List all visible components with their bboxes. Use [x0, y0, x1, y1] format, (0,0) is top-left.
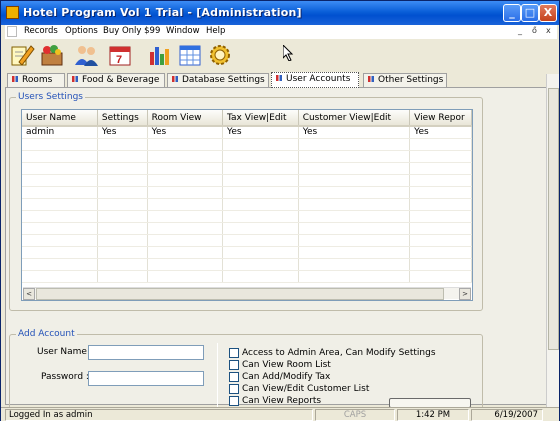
- menu-records[interactable]: Records: [24, 26, 58, 36]
- empty-row: [22, 210, 472, 223]
- close-button[interactable]: X: [539, 4, 557, 22]
- password-input[interactable]: [88, 371, 204, 386]
- minimize-button[interactable]: _: [503, 4, 521, 22]
- column-header-view-reports[interactable]: View Repor: [409, 110, 472, 127]
- title-bar[interactable]: Hotel Program Vol 1 Trial - [Administrat…: [1, 1, 559, 25]
- empty-row: [22, 162, 472, 175]
- scroll-left-button[interactable]: <: [23, 288, 35, 300]
- checkbox-admin-access[interactable]: [229, 348, 239, 358]
- checkbox-view-reports-label: Can View Reports: [242, 396, 322, 406]
- tab-rooms[interactable]: Rooms: [7, 73, 65, 87]
- table-cell: Yes: [97, 126, 148, 139]
- column-header-tax[interactable]: Tax View|Edit: [222, 110, 299, 127]
- table-cell: admin: [22, 126, 98, 139]
- checkbox-room-list[interactable]: [229, 360, 239, 370]
- checkbox-view-reports[interactable]: [229, 396, 239, 406]
- status-time: 1:42 PM: [397, 409, 469, 421]
- tab-other-settings[interactable]: Other Settings: [363, 73, 447, 87]
- settings-gear-icon[interactable]: [207, 42, 233, 68]
- password-label: Password :: [41, 372, 89, 382]
- tab-bullet-icon: [12, 76, 18, 82]
- table-cell: Yes: [409, 126, 472, 139]
- empty-row: [22, 234, 472, 247]
- user-name-label: User Name :: [37, 347, 93, 357]
- tab-database-settings[interactable]: Database Settings: [167, 73, 269, 87]
- menu-options[interactable]: Options: [65, 26, 98, 36]
- menu-help[interactable]: Help: [206, 26, 225, 36]
- bar-chart-icon[interactable]: [147, 42, 173, 68]
- empty-row: [22, 258, 472, 271]
- vertical-scrollbar[interactable]: [546, 74, 559, 408]
- toolbar: 7: [5, 39, 557, 71]
- empty-row: [22, 186, 472, 199]
- tab-bullet-icon: [172, 76, 178, 82]
- checkbox-modify-tax-label: Can Add/Modify Tax: [242, 372, 331, 382]
- window-title: Hotel Program Vol 1 Trial - [Administrat…: [23, 6, 302, 19]
- empty-row: [22, 222, 472, 235]
- empty-row: [22, 150, 472, 163]
- checkbox-modify-tax[interactable]: [229, 372, 239, 382]
- scroll-right-button[interactable]: >: [459, 288, 471, 300]
- application-window: Hotel Program Vol 1 Trial - [Administrat…: [0, 0, 560, 421]
- column-header-room-view[interactable]: Room View: [147, 110, 224, 127]
- add-account-title: Add Account: [16, 329, 77, 339]
- horizontal-scrollbar[interactable]: < >: [23, 287, 471, 300]
- checkbox-admin-access-label: Access to Admin Area, Can Modify Setting…: [242, 348, 436, 358]
- tab-user-accounts[interactable]: User Accounts: [271, 72, 359, 88]
- empty-row: [22, 174, 472, 187]
- mouse-cursor-icon: [283, 45, 294, 61]
- table-cell: Yes: [147, 126, 224, 139]
- empty-row: [22, 246, 472, 259]
- status-bar: Logged In as admin CAPS 1:42 PM 6/19/200…: [1, 407, 559, 421]
- users-icon[interactable]: [73, 42, 99, 68]
- app-icon: [6, 6, 19, 19]
- svg-text:7: 7: [116, 54, 122, 66]
- menu-bar: Records Options Buy Only $99 Window Help…: [5, 25, 557, 39]
- empty-row: [22, 198, 472, 211]
- tab-bullet-icon: [368, 76, 374, 82]
- mdi-restore-button[interactable]: ő: [532, 26, 537, 35]
- users-settings-title: Users Settings: [16, 92, 85, 102]
- tab-food-beverage[interactable]: Food & Beverage: [67, 73, 165, 87]
- scroll-thumb[interactable]: [36, 288, 444, 300]
- status-caps: CAPS: [315, 409, 395, 421]
- status-date: 6/19/2007: [471, 409, 543, 421]
- empty-row: [22, 270, 472, 283]
- checkbox-customer-list[interactable]: [229, 384, 239, 394]
- column-header-settings[interactable]: Settings: [97, 110, 148, 127]
- checkbox-room-list-label: Can View Room List: [242, 360, 331, 370]
- checkbox-customer-list-label: Can View/Edit Customer List: [242, 384, 370, 394]
- mdi-minimize-button[interactable]: _: [518, 26, 522, 35]
- status-logged-in: Logged In as admin: [5, 409, 313, 421]
- calendar-icon[interactable]: 7: [107, 42, 133, 68]
- column-header-customer[interactable]: Customer View|Edit: [298, 110, 411, 127]
- table-icon[interactable]: [177, 42, 203, 68]
- edit-icon[interactable]: [9, 42, 35, 68]
- mdi-close-button[interactable]: x: [546, 26, 551, 35]
- user-name-input[interactable]: [88, 345, 204, 360]
- users-table[interactable]: User Name Settings Room View Tax View|Ed…: [21, 109, 473, 301]
- table-header-row: User Name Settings Room View Tax View|Ed…: [22, 110, 472, 127]
- menu-window[interactable]: Window: [166, 26, 200, 36]
- menu-buy[interactable]: Buy Only $99: [103, 26, 160, 36]
- vertical-scroll-thumb[interactable]: [548, 88, 559, 350]
- column-header-user-name[interactable]: User Name: [22, 110, 98, 127]
- table-cell: Yes: [222, 126, 299, 139]
- tab-bullet-icon: [72, 76, 78, 82]
- empty-row: [22, 138, 472, 151]
- divider: [217, 343, 218, 407]
- food-box-icon[interactable]: [39, 42, 65, 68]
- table-row[interactable]: admin Yes Yes Yes Yes Yes: [22, 126, 472, 139]
- maximize-button[interactable]: □: [521, 4, 539, 22]
- table-cell: Yes: [298, 126, 411, 139]
- tab-bullet-icon: [276, 75, 282, 81]
- document-icon[interactable]: [7, 26, 17, 37]
